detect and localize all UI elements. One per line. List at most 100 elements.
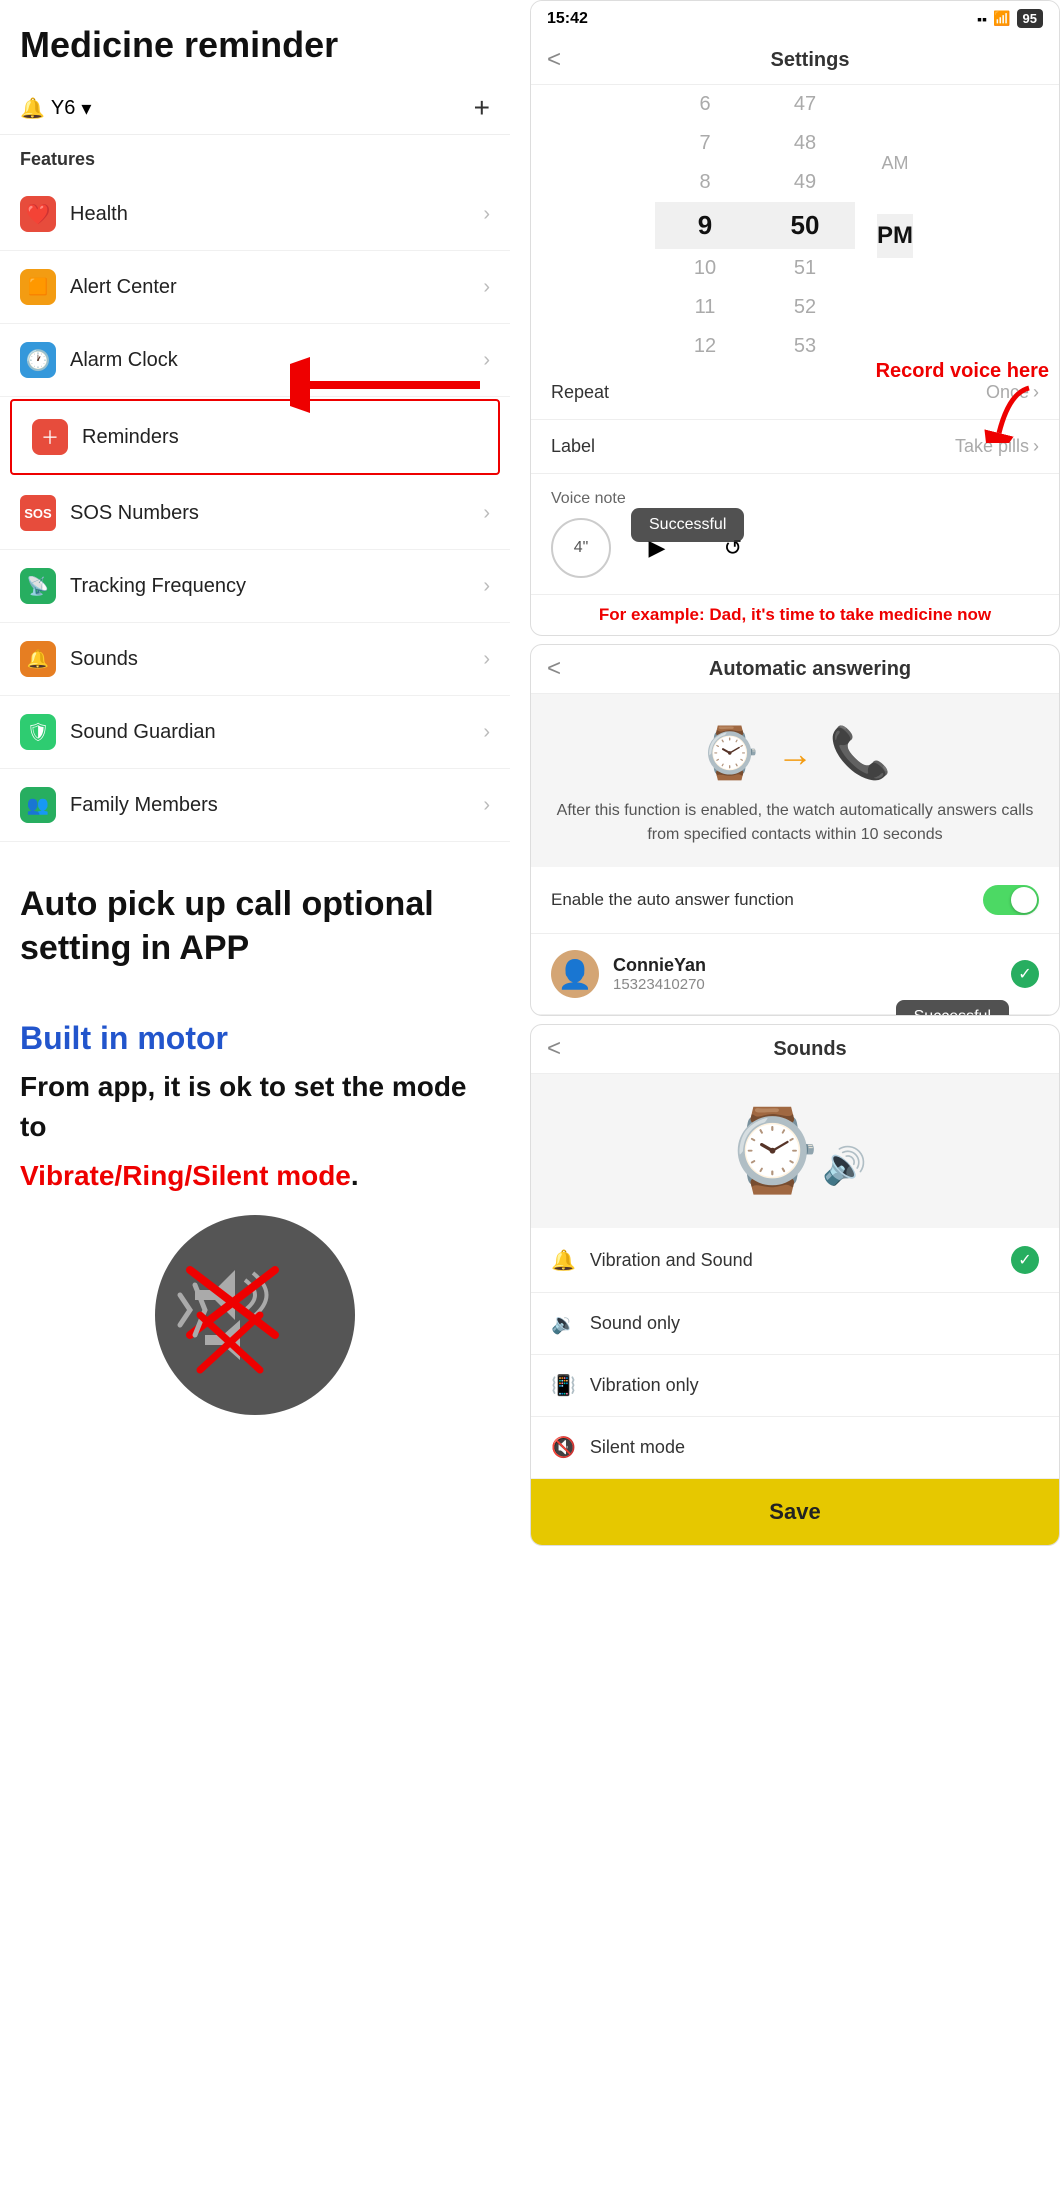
add-device-button[interactable]: +: [474, 92, 490, 124]
hour-9-selected[interactable]: 9: [655, 202, 755, 249]
record-voice-text: Record voice here: [876, 360, 1049, 383]
sidebar-item-sos-numbers[interactable]: SOS SOS Numbers ›: [0, 477, 510, 550]
label-row-container: Label Take pills › Record voice here: [531, 420, 1059, 474]
min-49: 49: [755, 163, 855, 202]
vibration-only-option[interactable]: 📳 Vibration only: [531, 1355, 1059, 1417]
min-51: 51: [755, 249, 855, 288]
voice-duration-indicator: 4": [551, 518, 611, 578]
time-picker-row: 6 7 8 9 10 11 12 47 48 49 50 51 52 53: [531, 85, 1059, 366]
sidebar-item-sounds[interactable]: 🔔 Sounds ›: [0, 623, 510, 696]
auto-answer-desc: After this function is enabled, the watc…: [551, 799, 1039, 847]
voice-controls: Successful 4" ▶ ↺: [551, 518, 1039, 578]
hour-7: 7: [655, 124, 755, 163]
contact-row: 👤 ConnieYan 15323410270 ✓ Successful: [531, 934, 1059, 1015]
time-picker[interactable]: 6 7 8 9 10 11 12 47 48 49 50 51 52 53: [531, 85, 1059, 366]
auto-answer-illustration: ⌚ → 📞 After this function is enabled, th…: [531, 694, 1059, 867]
auto-answer-toggle-label: Enable the auto answer function: [551, 890, 794, 910]
chevron-right-icon: ›: [483, 648, 490, 671]
family-members-icon: 👥: [20, 787, 56, 823]
ampm-am[interactable]: AM: [882, 145, 909, 182]
back-button[interactable]: <: [547, 46, 561, 74]
sidebar-item-alarm-clock-label: Alarm Clock: [70, 349, 178, 372]
hour-8: 8: [655, 163, 755, 202]
device-header: 🔔 Y6 ▾ +: [0, 82, 510, 135]
watch-sound-icon: ⌚🔊: [723, 1104, 867, 1198]
auto-answer-toggle-row: Enable the auto answer function: [531, 867, 1059, 934]
success-tooltip: Successful: [631, 508, 744, 542]
vibration-sound-label: Vibration and Sound: [590, 1250, 753, 1271]
minutes-column[interactable]: 47 48 49 50 51 52 53: [755, 85, 855, 366]
right-panel: 15:42 ▪▪ 📶 95 < Settings 6 7 8 9 10 11: [530, 0, 1060, 2200]
device-icon: 🔔: [20, 96, 45, 121]
sounds-icon: 🔔: [20, 641, 56, 677]
motor-title: Built in motor: [20, 1020, 490, 1057]
repeat-label: Repeat: [551, 382, 609, 403]
sidebar-item-alert-center[interactable]: 🟧 Alert Center ›: [0, 251, 510, 324]
sound-only-label: Sound only: [590, 1313, 680, 1334]
contact-success-tooltip: Successful: [896, 1000, 1009, 1016]
voice-note-label: Voice note: [551, 490, 1039, 508]
silent-mode-circle: [155, 1215, 355, 1415]
phone-ringing-icon: 📞: [829, 724, 891, 783]
chevron-right-icon: ›: [483, 794, 490, 817]
hour-11: 11: [655, 288, 755, 327]
health-icon: ❤️: [20, 196, 56, 232]
save-button[interactable]: Save: [531, 1479, 1059, 1545]
silent-mode-label: Silent mode: [590, 1437, 685, 1458]
page-title: Medicine reminder: [0, 0, 510, 82]
smartwatch-icon: ⌚: [699, 724, 761, 783]
sidebar-item-health-label: Health: [70, 203, 128, 226]
hours-column[interactable]: 6 7 8 9 10 11 12: [655, 85, 755, 366]
features-section-label: Features: [0, 135, 510, 178]
sidebar-item-sound-guardian-label: Sound Guardian: [70, 721, 216, 744]
motor-highlight: Vibrate/Ring/Silent mode.: [20, 1156, 490, 1195]
status-icons: ▪▪ 📶 95: [977, 9, 1043, 28]
auto-pickup-section: Auto pick up call optional setting in AP…: [0, 842, 510, 990]
contact-phone: 15323410270: [613, 976, 1011, 993]
contact-name: ConnieYan: [613, 955, 1011, 976]
sounds-screen-title: Sounds: [577, 1038, 1043, 1061]
back-button[interactable]: <: [547, 655, 561, 683]
vibration-only-label: Vibration only: [590, 1375, 699, 1396]
auto-answer-title: Automatic answering: [577, 658, 1043, 681]
silent-mode-option[interactable]: 🔇 Silent mode: [531, 1417, 1059, 1479]
min-50-selected[interactable]: 50: [755, 202, 855, 249]
device-label[interactable]: 🔔 Y6 ▾: [20, 96, 91, 121]
sidebar-item-family-members[interactable]: 👥 Family Members ›: [0, 769, 510, 842]
sidebar-item-reminders-label: Reminders: [82, 426, 179, 449]
min-52: 52: [755, 288, 855, 327]
status-time: 15:42: [547, 10, 588, 28]
sidebar-item-sounds-label: Sounds: [70, 648, 138, 671]
sidebar-item-tracking-frequency[interactable]: 📡 Tracking Frequency ›: [0, 550, 510, 623]
sidebar-item-health[interactable]: ❤️ Health ›: [0, 178, 510, 251]
sound-only-option[interactable]: 🔉 Sound only: [531, 1293, 1059, 1355]
status-bar: 15:42 ▪▪ 📶 95: [531, 1, 1059, 36]
sound-waves-icon: 🔊: [822, 1145, 867, 1186]
left-panel: Medicine reminder 🔔 Y6 ▾ + Features ❤️ H…: [0, 0, 510, 2200]
ampm-column[interactable]: AM PM: [855, 145, 935, 306]
chevron-right-icon: ›: [483, 276, 490, 299]
chevron-right-icon: ›: [483, 575, 490, 598]
sounds-screen: < Sounds ⌚🔊 🔔 Vibration and Sound ✓ 🔉 So…: [530, 1024, 1060, 1546]
sidebar-item-family-members-label: Family Members: [70, 794, 218, 817]
auto-answer-toggle[interactable]: [983, 885, 1039, 915]
chevron-right-icon: ›: [483, 721, 490, 744]
contact-check-icon: ✓: [1011, 960, 1039, 988]
vibration-sound-option[interactable]: 🔔 Vibration and Sound ✓: [531, 1228, 1059, 1293]
contact-avatar: 👤: [551, 950, 599, 998]
sos-icon: SOS: [20, 495, 56, 531]
sidebar-item-sound-guardian[interactable]: 🛡 Sound Guardian ›: [0, 696, 510, 769]
sidebar-item-tracking-label: Tracking Frequency: [70, 575, 246, 598]
settings-nav-bar: < Settings: [531, 36, 1059, 85]
reminders-arrow: [290, 355, 490, 415]
reminders-icon: ＋: [32, 419, 68, 455]
auto-answer-nav-bar: < Automatic answering: [531, 645, 1059, 694]
record-arrow-svg: [969, 383, 1049, 443]
sidebar-item-alert-center-label: Alert Center: [70, 276, 177, 299]
tracking-icon: 📡: [20, 568, 56, 604]
chevron-down-icon: ▾: [81, 96, 91, 121]
auto-pickup-title: Auto pick up call optional setting in AP…: [20, 882, 490, 970]
watch-phone-icons: ⌚ → 📞: [699, 724, 892, 783]
back-button[interactable]: <: [547, 1035, 561, 1063]
ampm-pm-selected[interactable]: PM: [877, 214, 913, 258]
